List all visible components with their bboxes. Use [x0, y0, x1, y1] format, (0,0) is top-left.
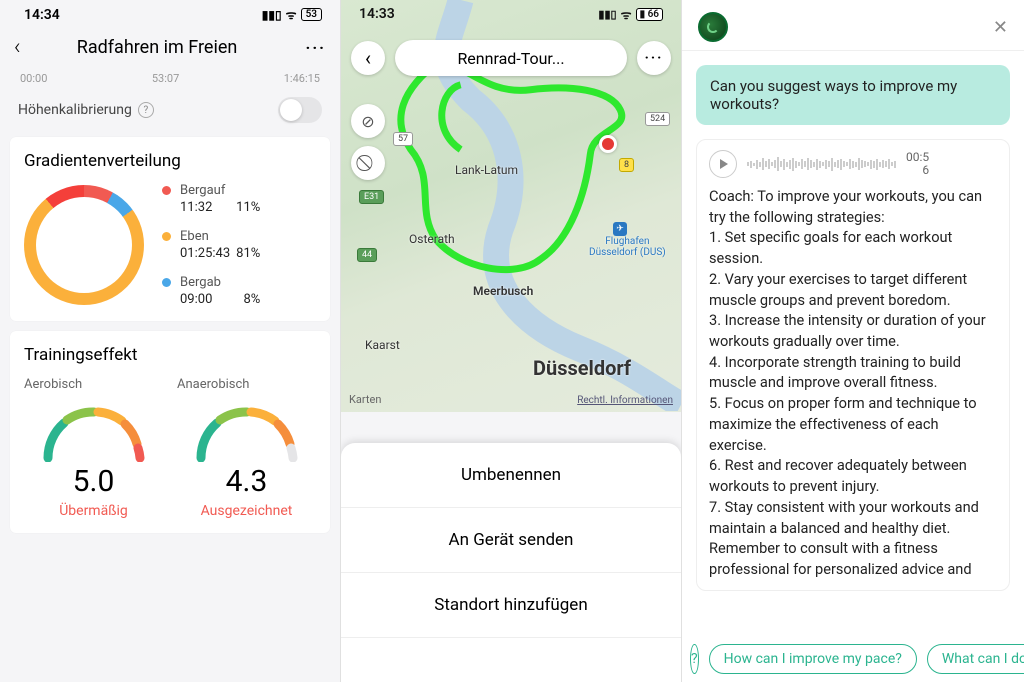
user-message: Can you suggest ways to improve my worko…	[696, 65, 1010, 125]
chat-panel: ✕ Can you suggest ways to improve my wor…	[682, 0, 1024, 682]
legend-pct: 81%	[236, 246, 260, 261]
waveform-icon	[747, 154, 896, 174]
map-place-label: Kaarst	[365, 338, 400, 352]
gradient-title: Gradientenverteilung	[24, 151, 316, 171]
sheet-item-addlocation[interactable]: Standort hinzufügen	[341, 573, 681, 638]
suggestion-chip[interactable]: How can I improve my pace?	[709, 644, 917, 674]
map-place-label: Lank-Latum	[455, 163, 518, 177]
nav-row: ‹ Radfahren im Freien ···	[0, 23, 340, 68]
road-badge: 524	[645, 112, 670, 126]
status-time: 14:34	[24, 7, 60, 23]
calibration-toggle[interactable]	[278, 97, 322, 123]
map-provider-label: Karten	[349, 393, 381, 406]
status-icons: ▮▮▯ ᯤ 53	[262, 6, 322, 23]
help-chip-icon[interactable]: ?	[690, 644, 699, 674]
gradient-legend: Bergauf 11:32 11% Eben 01:25:43 81% Berg…	[162, 183, 260, 307]
sheet-item-send[interactable]: An Gerät senden	[341, 508, 681, 573]
time-tick: 00:00	[20, 72, 47, 85]
more-button[interactable]: ···	[306, 38, 326, 57]
aerobic-value: 5.0	[24, 464, 163, 499]
airport-icon: ✈	[613, 222, 627, 236]
legend-label: Bergab	[180, 275, 260, 290]
time-axis: 00:00 53:07 1:46:15	[0, 68, 340, 89]
aerobic-status: Übermäßig	[24, 503, 163, 519]
time-tick: 53:07	[152, 72, 179, 85]
chat-header: ✕	[682, 0, 1024, 51]
action-sheet: Umbenennen An Gerät senden Standort hinz…	[341, 443, 681, 682]
play-button[interactable]	[709, 150, 737, 178]
anaerobic-column: Anaerobisch 4.3 Ausgezeichnet	[177, 377, 316, 519]
training-effect-card: Trainingseffekt Aerobisch 5.0 Übermäßig	[10, 331, 330, 533]
wifi-icon: ᯤ	[286, 6, 297, 23]
legend-item-flat: Eben 01:25:43 81%	[162, 229, 260, 261]
legend-dot-icon	[162, 186, 171, 195]
road-badge: E31	[359, 190, 384, 204]
signal-icon: ▮▮▯	[262, 8, 282, 22]
training-effect-title: Trainingseffekt	[24, 345, 316, 365]
voice-duration: 00:56	[906, 151, 929, 177]
legend-pct: 11%	[227, 200, 260, 215]
legend-pct: 8%	[231, 292, 260, 307]
calibration-label: Höhenkalibrierung	[18, 102, 132, 118]
road-badge: 44	[357, 248, 377, 262]
sheet-item-overflow[interactable]	[341, 638, 681, 682]
legend-label: Eben	[180, 229, 260, 244]
map-place-label: Osterath	[409, 232, 455, 246]
anaerobic-value: 4.3	[177, 464, 316, 499]
map-place-label: Düsseldorf	[533, 356, 631, 380]
map-place-label: Meerbusch	[473, 284, 533, 298]
map-airport-label: Flughafen Düsseldorf (DUS)	[589, 236, 666, 258]
help-icon[interactable]: ?	[138, 102, 154, 118]
legend-dot-icon	[162, 232, 171, 241]
time-tick: 1:46:15	[284, 72, 320, 85]
play-icon	[720, 159, 728, 169]
aerobic-column: Aerobisch 5.0 Übermäßig	[24, 377, 163, 519]
suggestion-chip-row: ? How can I improve my pace? What can I …	[690, 644, 1024, 674]
road-badge: 57	[393, 132, 413, 146]
workout-summary-panel: 14:34 ▮▮▯ ᯤ 53 ‹ Radfahren im Freien ···…	[0, 0, 341, 682]
sheet-item-rename[interactable]: Umbenennen	[341, 443, 681, 508]
voice-row: 00:56	[709, 150, 997, 178]
road-badge: 8	[619, 158, 634, 172]
aerobic-label: Aerobisch	[24, 377, 163, 392]
gradient-card: Gradientenverteilung Bergauf 11:32 11% E…	[10, 137, 330, 321]
coach-avatar-icon	[698, 12, 728, 42]
status-bar: 14:34 ▮▮▯ ᯤ 53	[0, 0, 340, 23]
legend-label: Bergauf	[180, 183, 260, 198]
map-legal-link[interactable]: Rechtl. Informationen	[577, 395, 673, 406]
legend-time: 01:25:43	[180, 246, 230, 261]
anaerobic-status: Ausgezeichnet	[177, 503, 316, 519]
coach-text: Coach: To improve your workouts, you can…	[709, 186, 997, 580]
aerobic-gauge	[34, 398, 154, 462]
legend-time: 11:32	[180, 200, 221, 215]
coach-response-card: 00:56 Coach: To improve your workouts, y…	[696, 139, 1010, 591]
close-button[interactable]: ✕	[993, 17, 1008, 38]
anaerobic-gauge	[187, 398, 307, 462]
map-panel: 14:33 ▮▮▯ ᯤ ▮ 66 ‹ Rennrad-Tour... ··· ⊘…	[341, 0, 682, 682]
legend-time: 09:00	[180, 292, 225, 307]
gradient-donut-chart	[24, 185, 144, 305]
legend-item-downhill: Bergab 09:00 8%	[162, 275, 260, 307]
anaerobic-label: Anaerobisch	[177, 377, 316, 392]
map-view[interactable]: 14:33 ▮▮▯ ᯤ ▮ 66 ‹ Rennrad-Tour... ··· ⊘…	[341, 0, 681, 412]
legend-item-uphill: Bergauf 11:32 11%	[162, 183, 260, 215]
page-title: Radfahren im Freien	[21, 37, 306, 58]
battery-icon: 53	[301, 8, 322, 21]
altitude-calibration-row: Höhenkalibrierung ?	[0, 89, 340, 137]
suggestion-chip[interactable]: What can I do	[927, 644, 1024, 674]
legend-dot-icon	[162, 278, 171, 287]
